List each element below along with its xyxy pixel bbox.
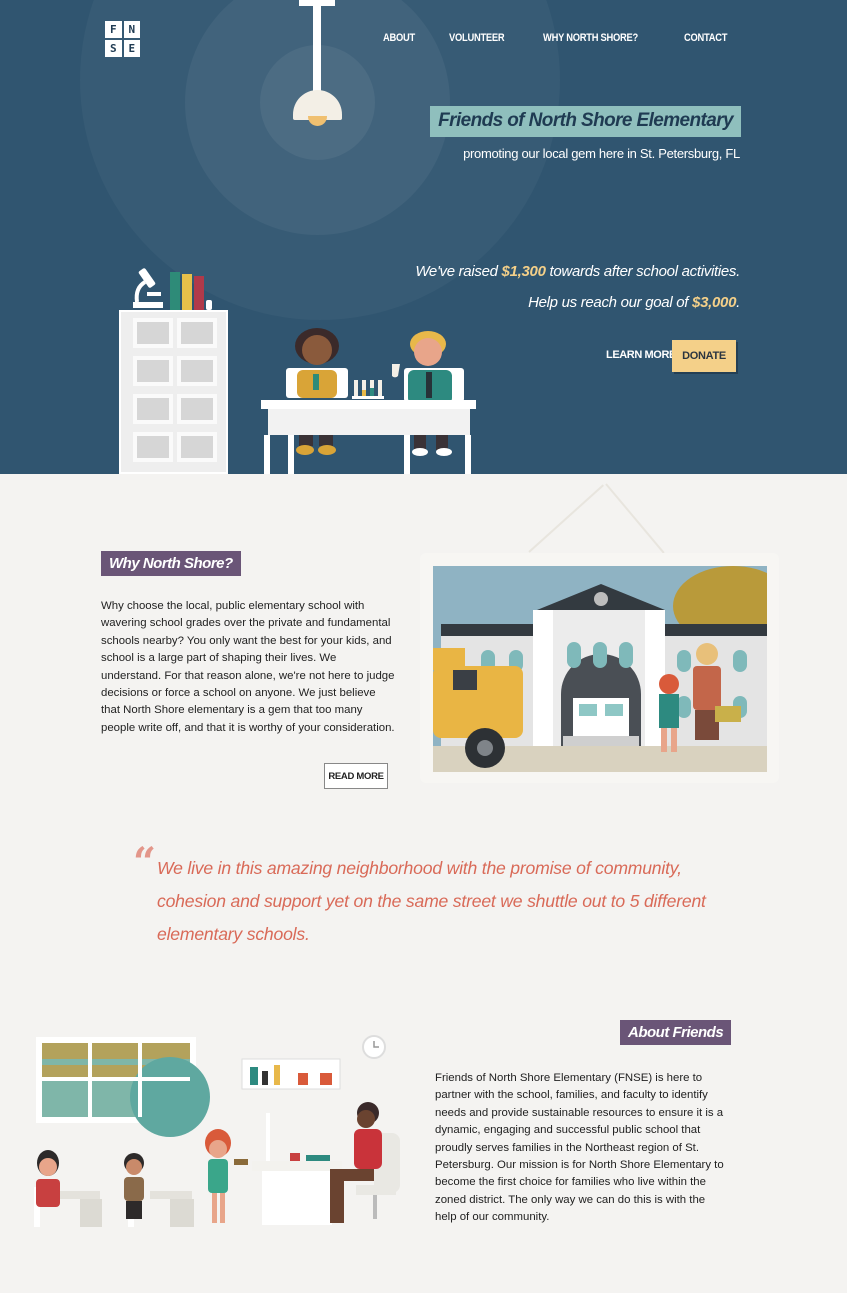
drawer (177, 318, 217, 348)
logo-letter: E (123, 40, 140, 57)
book-icon (182, 274, 192, 310)
drawer (177, 394, 217, 424)
site-subtitle: promoting our local gem here in St. Pete… (463, 146, 740, 161)
student-boy-illustration (392, 331, 464, 456)
drawer (177, 356, 217, 386)
microscope-icon (133, 268, 163, 308)
desk-leg (288, 435, 294, 474)
drawer (133, 394, 173, 424)
donate-button[interactable]: DONATE (672, 340, 736, 372)
goal-prefix: Help us reach our goal of (528, 294, 693, 311)
classroom-illustration (34, 1035, 400, 1227)
site-title: Friends of North Shore Elementary (430, 106, 741, 137)
desk (261, 400, 476, 409)
about-section-label: About Friends (620, 1020, 732, 1045)
logo-letter: N (123, 21, 140, 38)
main-nav: ABOUT VOLUNTEER WHY NORTH SHORE? CONTACT (383, 32, 735, 44)
drawer (177, 432, 217, 462)
book-icon (194, 276, 204, 310)
why-section-label: Why North Shore? (101, 551, 241, 576)
test-tubes-icon (352, 380, 384, 399)
raised-suffix: towards after school activities. (545, 263, 741, 280)
book-icon (170, 272, 180, 310)
lamp-cord (313, 0, 321, 92)
about-body-text: Friends of North Shore Elementary (FNSE)… (435, 1072, 724, 1224)
frame-hanging-string (605, 483, 665, 554)
community-quote: We live in this amazing neighborhood wit… (157, 858, 706, 944)
fnse-logo[interactable]: F N S E (105, 21, 140, 57)
raised-line: We've raised $1,300 towards after school… (415, 256, 740, 287)
goal-suffix: . (736, 294, 740, 311)
drawer (133, 432, 173, 462)
frame-hanging-string (528, 484, 604, 553)
goal-amount: $3,000 (692, 294, 737, 311)
why-body-text: Why choose the local, public elementary … (101, 600, 395, 734)
drawer-cabinet (119, 310, 228, 474)
logo-letter: F (105, 21, 122, 38)
nav-about[interactable]: ABOUT (383, 32, 415, 44)
raised-amount: $1,300 (501, 263, 546, 280)
desk-front (268, 409, 470, 435)
nav-volunteer[interactable]: VOLUNTEER (449, 32, 505, 44)
hero-section: F N S E ABOUT VOLUNTEER WHY NORTH SHORE?… (0, 0, 847, 474)
school-building-illustration (433, 566, 767, 772)
learn-more-button[interactable]: LEARN MORE (606, 349, 676, 361)
drawer (133, 356, 173, 386)
fundraising-status: We've raised $1,300 towards after school… (415, 256, 740, 318)
quote-mark-icon: “ (133, 839, 157, 886)
logo-letter: S (105, 40, 122, 57)
nav-why-north-shore[interactable]: WHY NORTH SHORE? (543, 32, 638, 44)
desk-leg (465, 435, 471, 474)
read-more-button[interactable]: READ MORE (324, 763, 388, 789)
nav-contact[interactable]: CONTACT (684, 32, 727, 44)
drawer (133, 318, 173, 348)
desk-leg (404, 435, 410, 474)
desk-leg (264, 435, 270, 474)
book-stack (170, 272, 212, 310)
jar-icon (206, 300, 212, 310)
raised-prefix: We've raised (415, 263, 502, 280)
goal-line: Help us reach our goal of $3,000. (415, 287, 740, 318)
